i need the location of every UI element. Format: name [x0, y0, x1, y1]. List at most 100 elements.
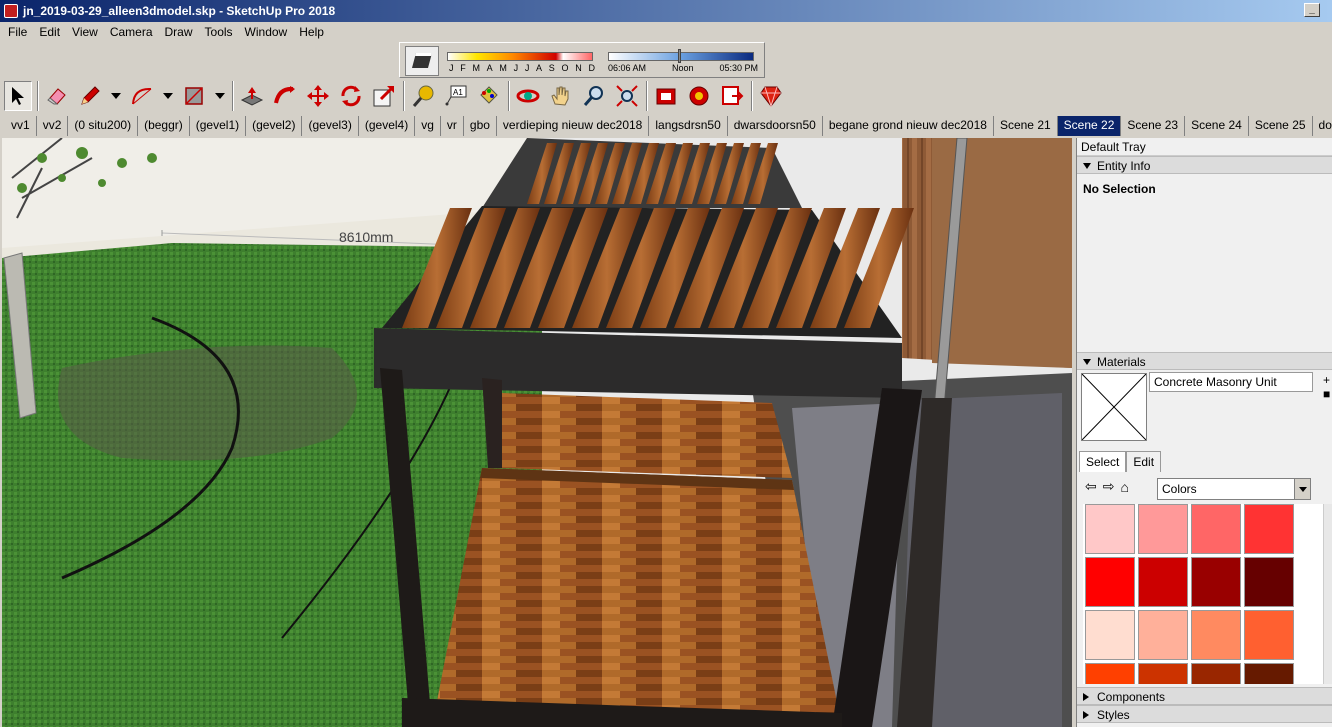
- chevron-down-icon[interactable]: [1294, 479, 1310, 499]
- menu-file[interactable]: File: [2, 25, 33, 39]
- month-label: N: [575, 63, 582, 73]
- scene-tab[interactable]: (gevel3): [302, 116, 359, 136]
- tab-select[interactable]: Select: [1079, 451, 1127, 472]
- scene-tab[interactable]: (0 situ200): [68, 116, 139, 136]
- scene-tab[interactable]: Scene 24: [1185, 116, 1249, 136]
- scene-tab[interactable]: vv2: [36, 116, 69, 136]
- color-swatch[interactable]: [1085, 504, 1135, 554]
- scene-tab[interactable]: gbo: [463, 116, 497, 136]
- materials-navigation: ⇦ ⇨ ⌂: [1085, 478, 1129, 495]
- scene-tab[interactable]: verdieping nieuw dec2018: [496, 116, 650, 136]
- tape-measure-tool-button[interactable]: [409, 81, 437, 111]
- menu-window[interactable]: Window: [239, 25, 294, 39]
- entity-info-header[interactable]: Entity Info: [1077, 156, 1332, 174]
- shadow-toggle-icon[interactable]: [405, 46, 439, 76]
- color-swatch[interactable]: [1244, 663, 1294, 684]
- scene-tab[interactable]: langsdrsn50: [649, 116, 728, 136]
- color-swatch[interactable]: [1191, 504, 1241, 554]
- color-swatch[interactable]: [1138, 504, 1188, 554]
- swatch-scrollbar[interactable]: [1323, 504, 1332, 684]
- color-swatch[interactable]: [1191, 610, 1241, 660]
- materials-header[interactable]: Materials: [1077, 352, 1332, 370]
- scene-tab[interactable]: Scene 21: [993, 116, 1058, 136]
- extension-warehouse-button[interactable]: [685, 81, 713, 111]
- zoom-extents-tool-button[interactable]: [613, 81, 641, 111]
- scene-tab[interactable]: (gevel4): [358, 116, 416, 136]
- orbit-tool-button[interactable]: [514, 81, 542, 111]
- rectangle-tool-button[interactable]: [180, 81, 208, 111]
- pan-hand-icon: [551, 86, 569, 106]
- material-library-value: Colors: [1162, 482, 1197, 496]
- scene-tab[interactable]: doorsnede lengte: [1312, 116, 1332, 136]
- material-cube-icon[interactable]: ■: [1323, 387, 1332, 401]
- scene-tab[interactable]: dwarsdoorsn50: [727, 116, 823, 136]
- scene-tab[interactable]: vr: [440, 116, 464, 136]
- menu-edit[interactable]: Edit: [33, 25, 66, 39]
- move-tool-button[interactable]: [304, 81, 332, 111]
- color-swatch[interactable]: [1138, 610, 1188, 660]
- ruby-console-button[interactable]: [757, 81, 785, 111]
- title-bar: jn_2019-03-29_alleen3dmodel.skp - Sketch…: [0, 0, 1332, 22]
- select-tool-button[interactable]: [4, 81, 32, 111]
- color-swatch[interactable]: [1244, 610, 1294, 660]
- color-swatch[interactable]: [1085, 610, 1135, 660]
- scene-tab[interactable]: Scene 22: [1057, 116, 1122, 136]
- styles-header[interactable]: Styles: [1077, 705, 1332, 723]
- 3d-viewport[interactable]: 8610mm: [2, 138, 1072, 727]
- back-arrow-icon[interactable]: ⇦: [1085, 478, 1097, 495]
- color-swatch[interactable]: [1244, 557, 1294, 607]
- create-material-icon[interactable]: +: [1323, 373, 1332, 387]
- color-swatch[interactable]: [1191, 663, 1241, 684]
- color-swatch[interactable]: [1191, 557, 1241, 607]
- scene-tab[interactable]: vv1: [5, 116, 37, 136]
- menu-camera[interactable]: Camera: [104, 25, 159, 39]
- rotate-tool-button[interactable]: [337, 81, 365, 111]
- arc-tool-button[interactable]: [128, 81, 156, 111]
- menu-tools[interactable]: Tools: [199, 25, 239, 39]
- minimize-button[interactable]: _: [1304, 3, 1320, 17]
- push-pull-tool-button[interactable]: [238, 81, 266, 111]
- line-tool-dropdown[interactable]: [109, 81, 123, 111]
- time-slider-handle[interactable]: [678, 49, 682, 63]
- rectangle-tool-dropdown[interactable]: [213, 81, 227, 111]
- components-header[interactable]: Components: [1077, 687, 1332, 705]
- model-render: [2, 138, 1072, 727]
- warehouse-icon: [656, 88, 676, 105]
- color-swatch[interactable]: [1085, 663, 1135, 684]
- paint-bucket-tool-button[interactable]: [475, 81, 503, 111]
- home-icon[interactable]: ⌂: [1120, 479, 1128, 495]
- eraser-tool-button[interactable]: [43, 81, 71, 111]
- material-library-select[interactable]: Colors: [1157, 478, 1311, 500]
- color-swatch[interactable]: [1138, 663, 1188, 684]
- month-labels: J F M A M J J A S O N D: [449, 63, 595, 73]
- scene-tab[interactable]: (beggr): [138, 116, 190, 136]
- color-swatch[interactable]: [1138, 557, 1188, 607]
- scene-tab[interactable]: begane grond nieuw dec2018: [822, 116, 994, 136]
- line-tool-button[interactable]: [76, 81, 104, 111]
- material-preview[interactable]: [1081, 373, 1147, 441]
- scene-tab[interactable]: vg: [415, 116, 441, 136]
- follow-me-tool-button[interactable]: [271, 81, 299, 111]
- menu-draw[interactable]: Draw: [159, 25, 199, 39]
- menu-view[interactable]: View: [66, 25, 104, 39]
- pan-tool-button[interactable]: [547, 81, 575, 111]
- tray-title: Default Tray: [1077, 138, 1332, 156]
- send-to-layout-button[interactable]: [718, 81, 746, 111]
- color-swatch[interactable]: [1085, 557, 1135, 607]
- 3d-warehouse-button[interactable]: [652, 81, 680, 111]
- text-tool-button[interactable]: A1: [442, 81, 470, 111]
- zoom-tool-button[interactable]: [580, 81, 608, 111]
- scene-tab[interactable]: Scene 25: [1248, 116, 1313, 136]
- tab-edit[interactable]: Edit: [1126, 451, 1162, 472]
- scene-tab[interactable]: (gevel1): [189, 116, 247, 136]
- menu-help[interactable]: Help: [293, 25, 330, 39]
- month-slider[interactable]: [447, 52, 593, 61]
- color-swatch[interactable]: [1244, 504, 1294, 554]
- forward-arrow-icon[interactable]: ⇨: [1103, 478, 1115, 495]
- month-label: D: [588, 63, 595, 73]
- arc-tool-dropdown[interactable]: [161, 81, 175, 111]
- scene-tab[interactable]: Scene 23: [1121, 116, 1186, 136]
- scene-tab[interactable]: (gevel2): [246, 116, 303, 136]
- scale-tool-button[interactable]: [370, 81, 398, 111]
- material-name-field[interactable]: Concrete Masonry Unit: [1149, 372, 1313, 392]
